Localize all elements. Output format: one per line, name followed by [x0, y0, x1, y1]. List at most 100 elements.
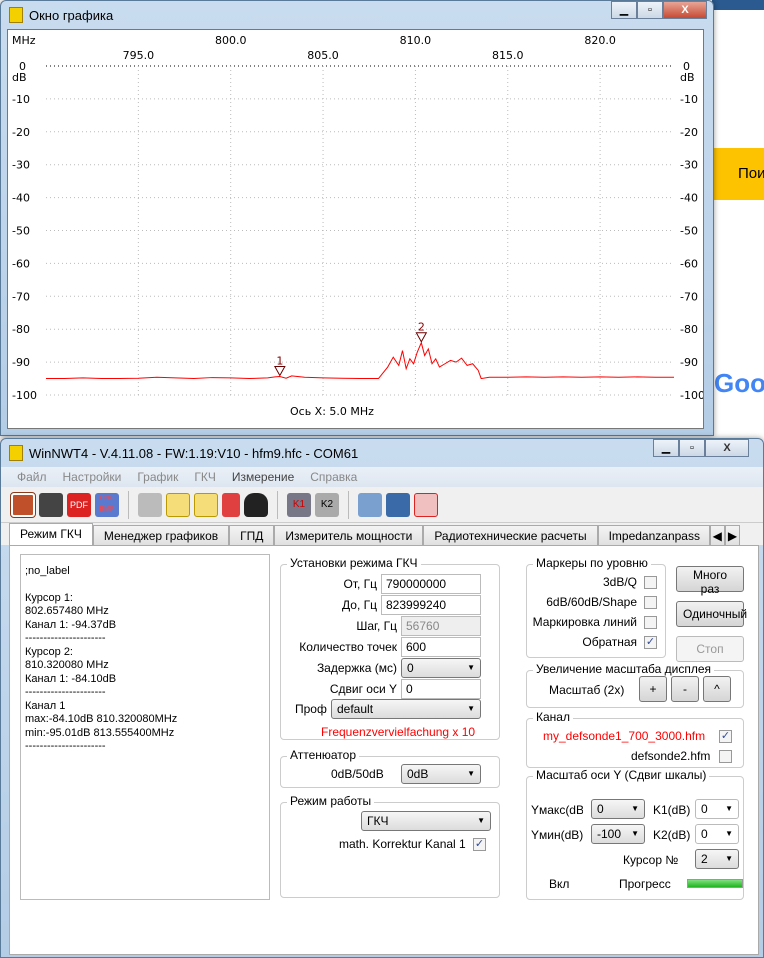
graph-plot[interactable]: MHz dB dB Ось X: 5.0 MHz 0 0 -10 -10 -20 -20-… — [7, 29, 705, 429]
y-tick-right: -100 — [680, 389, 703, 402]
menu-sweep[interactable]: ГКЧ — [194, 470, 216, 484]
menu-settings[interactable]: Настройки — [63, 470, 122, 484]
stop-button[interactable]: Стоп — [676, 636, 744, 662]
clear-icon[interactable] — [414, 492, 438, 517]
menu-file[interactable]: Файл — [17, 470, 47, 484]
y-tick-left: -40 — [12, 192, 30, 205]
marker-option-checkbox[interactable] — [644, 576, 657, 589]
cursor-select[interactable]: 2 — [695, 849, 739, 869]
knife-icon[interactable] — [222, 492, 240, 517]
tab-impedance[interactable]: Impedanzanpass — [597, 525, 710, 545]
k2-label: K2(dB) — [653, 828, 691, 842]
yscale-group: Масштаб оси Y (Сдвиг шкалы) Yмакс(dB 0 Y… — [526, 768, 744, 900]
x-tick-top: 810.0 — [400, 34, 432, 47]
yshift-input[interactable]: 0 — [401, 679, 481, 699]
menu-measure[interactable]: Измерение — [232, 470, 294, 484]
trace-line-channel1 — [46, 341, 674, 380]
info-line: max:-84.10dB 810.320080MHz — [25, 713, 178, 725]
profile-select[interactable]: default — [331, 699, 481, 719]
info-line: min:-95.01dB 813.555400MHz — [25, 726, 175, 739]
marker-option-checkbox[interactable] — [644, 616, 657, 629]
graph-window-titlebar[interactable]: Окно графика — [1, 1, 713, 29]
korrektur-checkbox[interactable]: ✓ — [473, 838, 486, 851]
y-tick-left: -90 — [12, 356, 30, 369]
channel-file2-checkbox[interactable] — [719, 750, 732, 763]
continuous-sweep-button[interactable]: Много раз — [676, 566, 744, 596]
marker-option-checkbox[interactable] — [644, 596, 657, 609]
info-line: Канал 1: -94.37dB — [25, 618, 117, 631]
info-text-area[interactable]: ;no_label Курсор 1: 802.657480 MHz Канал 1:… — [20, 554, 270, 900]
frequency-multiplier-note: Frequenzvervielfachung x 10 — [321, 725, 476, 739]
tools-icon[interactable] — [138, 492, 162, 517]
pdf-icon[interactable]: PDF — [67, 492, 91, 517]
y-tick-right: -80 — [680, 323, 698, 336]
progress-fill — [688, 880, 742, 887]
group-title: Аттенюатор — [287, 748, 360, 762]
zoom-out-button[interactable]: - — [671, 676, 699, 702]
penguin-icon[interactable] — [244, 492, 268, 517]
x-tick-top: 820.0 — [584, 34, 616, 47]
y-tick-right: 0 — [683, 60, 690, 73]
y-tick-left: 0 — [19, 60, 26, 73]
marker-option-checkbox[interactable]: ✓ — [644, 636, 657, 649]
menu-help[interactable]: Справка — [310, 470, 357, 484]
tab-power-meter[interactable]: Измеритель мощности — [274, 525, 424, 545]
minimize-button[interactable]: ▁ — [611, 1, 637, 19]
close-button[interactable]: X — [705, 439, 749, 457]
mode-select[interactable]: ГКЧ — [361, 811, 491, 831]
print-icon[interactable] — [39, 492, 63, 517]
graph-settings-icon[interactable] — [166, 492, 190, 517]
x-axis-label: Ось X: 5.0 MHz — [290, 405, 374, 418]
y-tick-right: -60 — [680, 257, 698, 270]
tab-calculations[interactable]: Радиотехнические расчеты — [423, 525, 598, 545]
main-window-title: WinNWT4 - V.4.11.08 - FW:1.19:V10 - hfm9… — [29, 445, 359, 461]
main-window-titlebar[interactable]: WinNWT4 - V.4.11.08 - FW:1.19:V10 - hfm9… — [1, 439, 763, 467]
y-tick-left: -20 — [12, 126, 30, 139]
k2-select[interactable]: 0 — [695, 824, 739, 844]
toolbar-separator — [128, 490, 129, 519]
open-folder-icon[interactable] — [358, 492, 382, 517]
maximize-button[interactable]: ▫ — [637, 1, 663, 19]
channel-file1-checkbox[interactable]: ✓ — [719, 730, 732, 743]
single-sweep-button[interactable]: Одиночный — [676, 601, 747, 627]
points-input[interactable]: 600 — [401, 637, 481, 657]
info-line: ;no_label — [25, 565, 70, 577]
ymax-select[interactable]: 0 — [591, 799, 645, 819]
tab-scroll-right[interactable]: ▶ — [724, 525, 741, 545]
info-line: ---------------------- — [25, 632, 106, 644]
info-line: 802.657480 MHz — [25, 605, 109, 617]
cursor-marker-label: 2 — [418, 321, 425, 334]
tab-sweep-mode[interactable]: Режим ГКЧ — [9, 523, 93, 545]
info-line: 810.320080 MHz — [25, 659, 109, 671]
info-line: Канал 1: -84.10dB — [25, 672, 117, 685]
menu-graph[interactable]: График — [137, 470, 178, 484]
save-icon[interactable] — [386, 492, 410, 517]
tab-graph-manager[interactable]: Менеджер графиков — [92, 525, 230, 545]
tab-vfo[interactable]: ГПД — [229, 525, 275, 545]
png-bmp-icon[interactable]: PNG BMP — [95, 492, 119, 517]
chart-svg: MHz dB dB Ось X: 5.0 MHz 0 0-10 -10-20 -20-… — [12, 34, 705, 418]
zoom-up-button[interactable]: ^ — [703, 676, 731, 702]
zoom-in-button[interactable]: + — [639, 676, 667, 702]
from-input[interactable]: 790000000 — [381, 574, 481, 594]
tab-scroll-left[interactable]: ◀ — [709, 525, 725, 545]
y-tick-right: -30 — [680, 159, 698, 172]
sweep-settings-group: Установки режима ГКЧ От, Гц 790000000 До… — [280, 556, 500, 740]
attenuator-select[interactable]: 0dB — [401, 764, 481, 784]
progress-bar — [687, 879, 743, 888]
delay-select[interactable]: 0 — [401, 658, 481, 678]
ymin-select[interactable]: -100 — [591, 824, 645, 844]
to-input[interactable]: 823999240 — [381, 595, 481, 615]
close-button[interactable]: X — [663, 1, 707, 19]
points-label: Количество точек — [299, 640, 397, 654]
minimize-button[interactable]: ▁ — [653, 439, 679, 457]
k1-icon[interactable]: K1 — [287, 492, 311, 517]
mode-group: Режим работы ГКЧ math. Korrektur Kanal 1… — [280, 794, 500, 898]
power-icon[interactable] — [10, 491, 36, 518]
k2-icon[interactable]: K2 — [315, 492, 339, 517]
browser-bar — [712, 0, 764, 10]
k1-select[interactable]: 0 — [695, 799, 739, 819]
maximize-button[interactable]: ▫ — [679, 439, 705, 457]
db-icon[interactable] — [194, 492, 218, 517]
yellow-banner[interactable]: Пои — [712, 148, 764, 200]
